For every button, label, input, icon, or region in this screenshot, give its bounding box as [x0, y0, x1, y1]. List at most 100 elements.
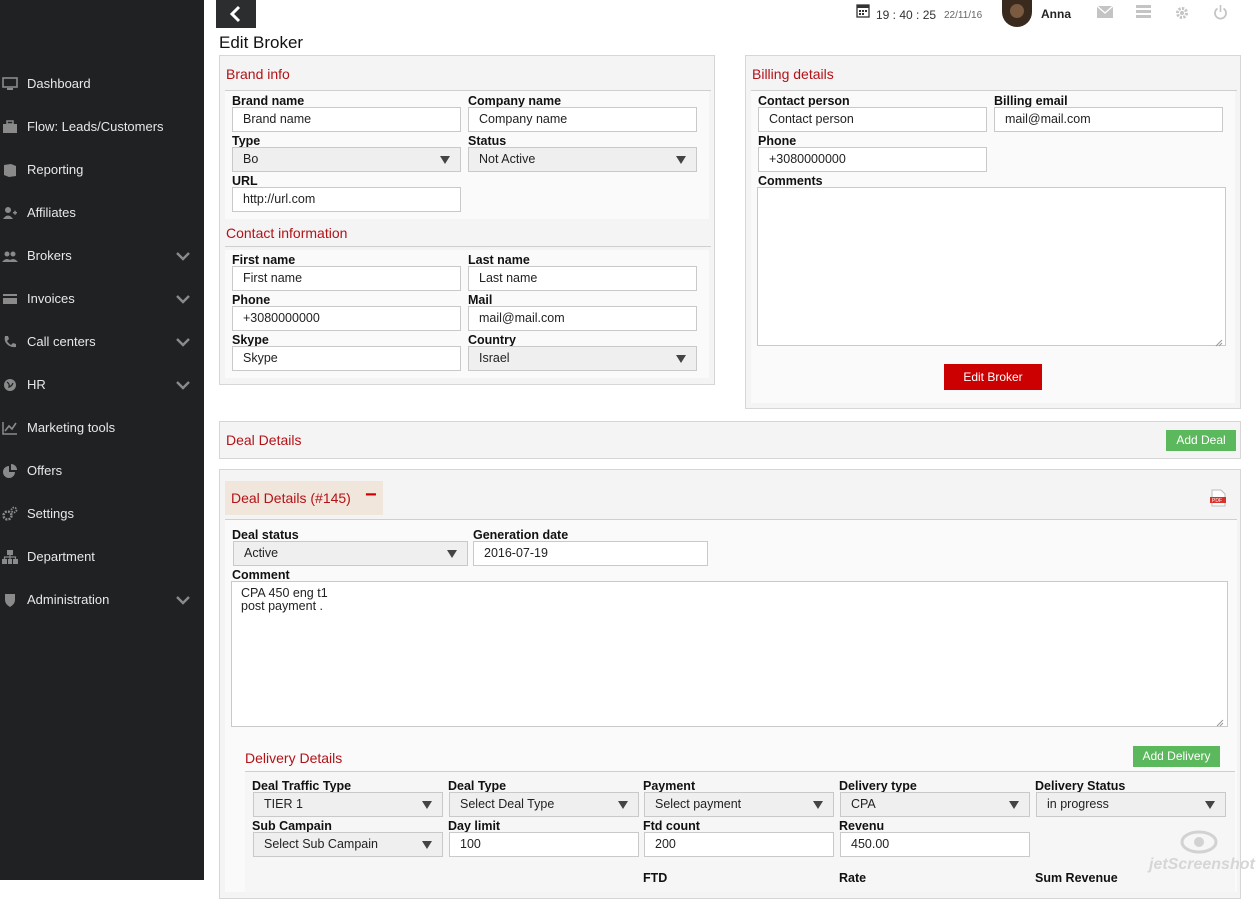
generation-date-input[interactable]: 2016-07-19 — [473, 541, 708, 566]
book-icon — [2, 162, 18, 178]
billing-details-title: Billing details — [752, 66, 834, 82]
credit-card-icon — [2, 291, 18, 307]
edit-broker-button[interactable]: Edit Broker — [944, 364, 1042, 390]
sum-revenue-label: Sum Revenue — [1035, 871, 1118, 885]
sidebar-item-administration[interactable]: Administration — [0, 589, 204, 611]
rate-label: Rate — [839, 871, 867, 885]
delivery-type-value: CPA — [851, 797, 876, 811]
user-name[interactable]: Anna — [1041, 7, 1071, 21]
revenu-label: Revenu — [839, 819, 885, 833]
list-icon[interactable] — [1136, 5, 1151, 22]
briefcase-icon — [2, 119, 18, 135]
chevron-down-icon[interactable] — [176, 594, 190, 606]
comment-label: Comment — [232, 568, 290, 582]
gear-icon[interactable] — [1175, 6, 1189, 23]
sidebar-item-flow-leads-customers[interactable]: Flow: Leads/Customers — [0, 116, 204, 138]
skype-label: Skype — [232, 333, 269, 347]
pdf-icon[interactable]: PDF — [1210, 489, 1226, 510]
sidebar-item-label: Settings — [27, 506, 74, 521]
day-limit-input[interactable]: 100 — [449, 832, 639, 857]
sidebar-item-marketing-tools[interactable]: Marketing tools — [0, 417, 204, 439]
first-name-label: First name — [232, 253, 296, 267]
ftd-count-label: Ftd count — [643, 819, 700, 833]
delivery-type-select[interactable]: CPA — [840, 792, 1030, 817]
skype-input[interactable]: Skype — [232, 346, 461, 371]
deal-status-select[interactable]: Active — [233, 541, 468, 566]
collapse-minus-icon[interactable]: − — [365, 484, 377, 507]
deal-145-tab[interactable]: Deal Details (#145) − — [225, 481, 383, 515]
contact-person-label: Contact person — [758, 94, 850, 108]
globe-icon — [2, 377, 18, 393]
payment-label: Payment — [643, 779, 696, 793]
chevron-down-icon[interactable] — [176, 293, 190, 305]
sidebar-item-dashboard[interactable]: Dashboard — [0, 73, 204, 95]
sidebar-item-department[interactable]: Department — [0, 546, 204, 568]
delivery-status-label: Delivery Status — [1035, 779, 1126, 793]
sidebar-item-label: Department — [27, 549, 95, 564]
back-button[interactable] — [216, 0, 256, 28]
billing-details-panel: Billing details Contact person Contact p… — [745, 55, 1241, 409]
caret-down-icon — [422, 801, 432, 809]
chevron-down-icon[interactable] — [176, 336, 190, 348]
sidebar-item-offers[interactable]: Offers — [0, 460, 204, 482]
country-select[interactable]: Israel — [468, 346, 697, 371]
payment-select[interactable]: Select payment — [644, 792, 834, 817]
status-select[interactable]: Not Active — [468, 147, 697, 172]
gears-icon — [2, 506, 18, 522]
brand-name-input[interactable]: Brand name — [232, 107, 461, 132]
sidebar-item-call-centers[interactable]: Call centers — [0, 331, 204, 353]
add-delivery-button[interactable]: Add Delivery — [1133, 746, 1220, 767]
sub-campain-select[interactable]: Select Sub Campain — [253, 832, 443, 857]
caret-down-icon — [1205, 801, 1215, 809]
sidebar-item-settings[interactable]: Settings — [0, 503, 204, 525]
sidebar-item-hr[interactable]: HR — [0, 374, 204, 396]
svg-text:PDF: PDF — [1212, 498, 1222, 504]
caret-down-icon — [1009, 801, 1019, 809]
deal-traffic-type-select[interactable]: TIER 1 — [253, 792, 443, 817]
comments-textarea[interactable] — [757, 187, 1226, 346]
billing-phone-input[interactable]: +3080000000 — [758, 147, 987, 172]
chevron-down-icon[interactable] — [176, 379, 190, 391]
clock-date: 22/11/16 — [944, 10, 983, 21]
first-name-input[interactable]: First name — [232, 266, 461, 291]
comment-textarea[interactable]: CPA 450 eng t1 post payment . — [231, 581, 1228, 727]
ftd-count-input[interactable]: 200 — [644, 832, 834, 857]
url-input[interactable]: http://url.com — [232, 187, 461, 212]
resize-grip-icon[interactable] — [1215, 715, 1224, 730]
deal-type-select[interactable]: Select Deal Type — [449, 792, 639, 817]
chevron-left-icon — [229, 5, 241, 23]
add-deal-button[interactable]: Add Deal — [1166, 430, 1236, 451]
sidebar-item-reporting[interactable]: Reporting — [0, 159, 204, 181]
sidebar-item-brokers[interactable]: Brokers — [0, 245, 204, 267]
day-limit-label: Day limit — [448, 819, 501, 833]
mail-input[interactable]: mail@mail.com — [468, 306, 697, 331]
last-name-label: Last name — [468, 253, 530, 267]
sidebar: Dashboard Flow: Leads/Customers Reportin… — [0, 0, 204, 880]
deal-type-label: Deal Type — [448, 779, 507, 793]
chevron-down-icon[interactable] — [176, 250, 190, 262]
avatar[interactable] — [1002, 0, 1032, 27]
brand-name-label: Brand name — [232, 94, 305, 108]
company-name-input[interactable]: Company name — [468, 107, 697, 132]
last-name-input[interactable]: Last name — [468, 266, 697, 291]
power-icon[interactable] — [1213, 5, 1228, 23]
sidebar-item-invoices[interactable]: Invoices — [0, 288, 204, 310]
billing-email-input[interactable]: mail@mail.com — [994, 107, 1223, 132]
contact-person-input[interactable]: Contact person — [758, 107, 987, 132]
type-select-value: Bo — [243, 152, 259, 166]
revenu-input[interactable]: 450.00 — [840, 832, 1030, 857]
resize-grip-icon[interactable] — [1214, 335, 1223, 350]
envelope-icon[interactable] — [1096, 5, 1114, 21]
caret-down-icon — [447, 550, 457, 558]
delivery-status-select[interactable]: in progress — [1036, 792, 1226, 817]
type-label: Type — [232, 134, 261, 148]
mail-label: Mail — [468, 293, 493, 307]
phone-input[interactable]: +3080000000 — [232, 306, 461, 331]
country-label: Country — [468, 333, 516, 347]
sidebar-item-label: Invoices — [27, 291, 75, 306]
type-select[interactable]: Bo — [232, 147, 461, 172]
brand-info-panel: Brand info Brand name Brand name Company… — [219, 55, 715, 385]
sidebar-item-affiliates[interactable]: Affiliates — [0, 202, 204, 224]
line-chart-icon — [2, 420, 18, 436]
caret-down-icon — [440, 156, 450, 164]
